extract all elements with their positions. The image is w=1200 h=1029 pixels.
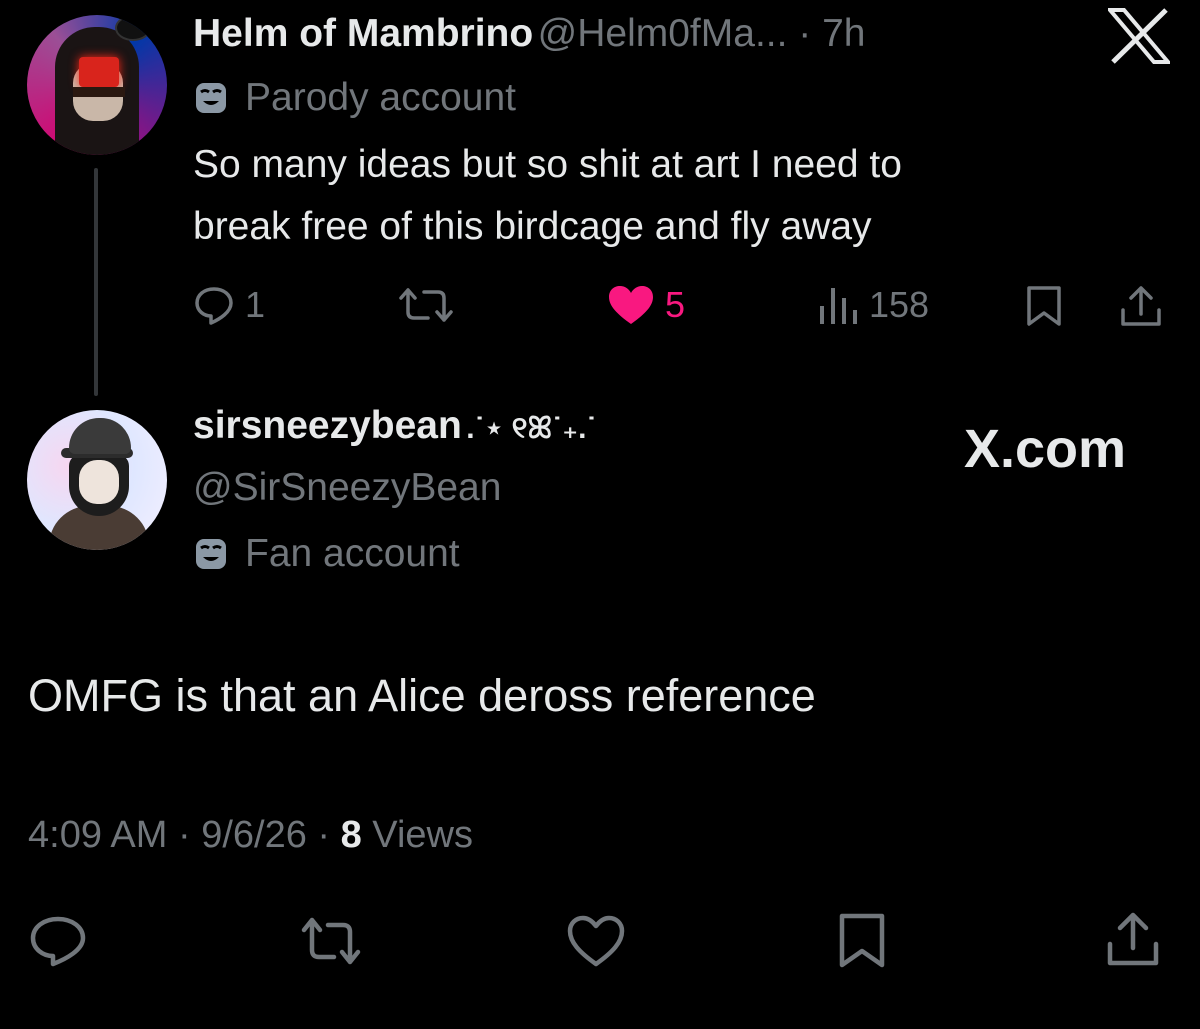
avatar[interactable] bbox=[27, 15, 167, 155]
timestamp[interactable]: 4:09 AM · 9/6/26 · bbox=[28, 814, 341, 856]
bookmark-button[interactable] bbox=[1024, 284, 1064, 333]
heart-icon bbox=[609, 286, 653, 324]
reply-count: 1 bbox=[245, 284, 266, 325]
bookmark-icon bbox=[1027, 286, 1061, 326]
reply-button[interactable] bbox=[28, 914, 88, 973]
like-count: 5 bbox=[665, 284, 686, 325]
avatar[interactable] bbox=[27, 410, 167, 550]
account-label: Fan account bbox=[193, 532, 460, 576]
bookmark-button[interactable] bbox=[836, 912, 888, 975]
share-icon bbox=[1107, 912, 1159, 966]
views-count: 158 bbox=[869, 284, 930, 325]
mask-icon bbox=[193, 536, 229, 572]
tweet-header: sirsneezybean .˙⋆ ୧ꕤ˙₊.˙ bbox=[193, 404, 596, 448]
views-icon bbox=[820, 288, 857, 324]
x-logo-icon[interactable] bbox=[1105, 8, 1173, 64]
tweet-text-line: break free of this birdcage and fly away bbox=[193, 205, 872, 248]
like-button[interactable]: 5 bbox=[607, 284, 685, 326]
views-count: 8 bbox=[340, 814, 362, 856]
reply-button[interactable]: 1 bbox=[193, 284, 265, 326]
share-button[interactable] bbox=[1118, 284, 1164, 333]
display-name-decoration: .˙⋆ ୧ꕤ˙₊.˙ bbox=[466, 412, 597, 445]
tweet-header: Helm of Mambrino @Helm0fMa... · 7h bbox=[193, 12, 865, 56]
display-name[interactable]: Helm of Mambrino bbox=[193, 12, 533, 55]
tweet-text: OMFG is that an Alice deross reference bbox=[28, 670, 816, 721]
retweet-icon bbox=[399, 288, 453, 322]
share-button[interactable] bbox=[1104, 910, 1162, 973]
account-label: Parody account bbox=[193, 76, 516, 120]
bookmark-icon bbox=[839, 913, 885, 968]
retweet-icon bbox=[301, 917, 361, 965]
handle[interactable]: @SirSneezyBean bbox=[193, 466, 501, 510]
views-button[interactable]: 158 bbox=[817, 284, 929, 326]
display-name[interactable]: sirsneezybean bbox=[193, 404, 462, 447]
mask-icon bbox=[193, 80, 229, 116]
like-button[interactable] bbox=[566, 914, 626, 973]
watermark-domain: X.com bbox=[964, 419, 1127, 479]
account-label-text: Fan account bbox=[245, 532, 460, 575]
tweet-text: So many ideas but so shit at art I need … bbox=[193, 134, 902, 258]
tweet-meta: 4:09 AM · 9/6/26 · 8 Views bbox=[28, 814, 473, 857]
account-label-text: Parody account bbox=[245, 76, 517, 119]
views-label: Views bbox=[361, 814, 473, 856]
reply-icon bbox=[30, 916, 86, 967]
share-icon bbox=[1121, 286, 1161, 326]
reply-icon bbox=[195, 287, 233, 325]
retweet-button[interactable] bbox=[398, 284, 454, 326]
thread-line bbox=[94, 168, 98, 396]
heart-icon bbox=[567, 915, 625, 967]
retweet-button[interactable] bbox=[300, 914, 362, 973]
tweet-text-line: So many ideas but so shit at art I need … bbox=[193, 143, 902, 186]
handle-time[interactable]: @Helm0fMa... · 7h bbox=[538, 12, 866, 55]
